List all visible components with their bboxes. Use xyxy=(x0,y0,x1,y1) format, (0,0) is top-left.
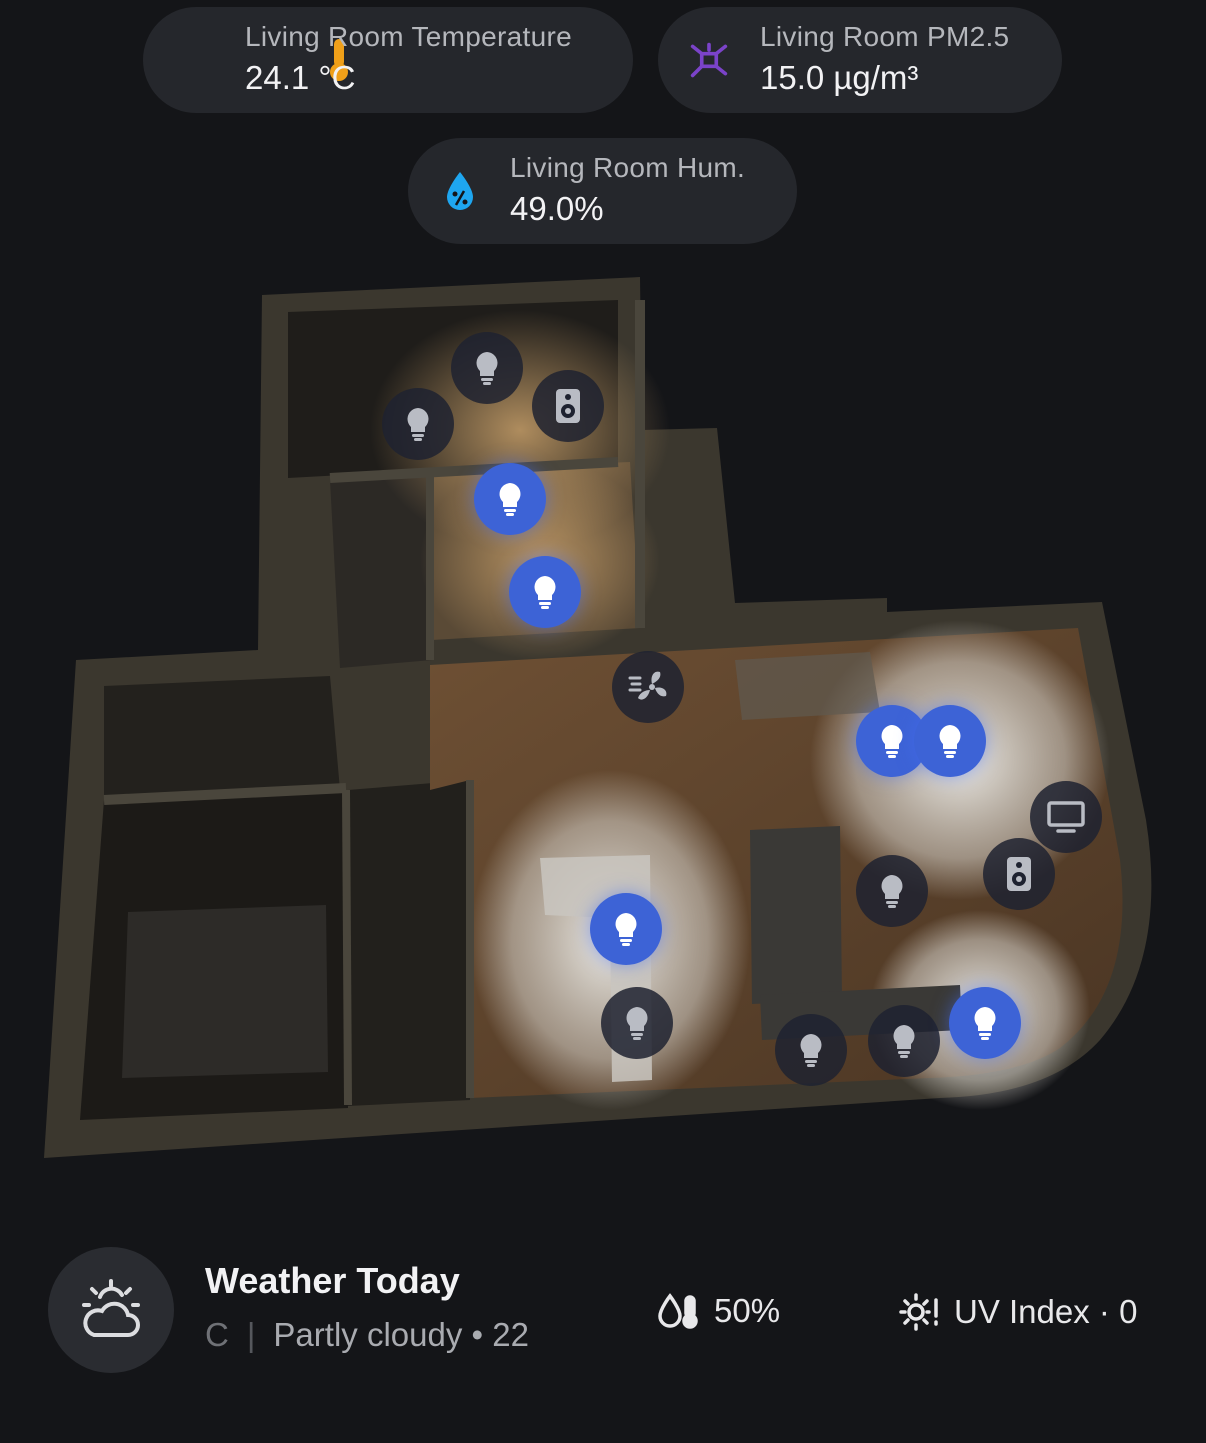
pm25-value: 15.0 µg/m³ xyxy=(760,59,919,96)
fan-icon xyxy=(628,668,668,706)
partly-cloudy-icon xyxy=(82,1279,140,1337)
light-device-button[interactable] xyxy=(856,855,928,927)
speaker-icon xyxy=(1005,855,1033,893)
light-device-button[interactable] xyxy=(868,1005,940,1077)
molecule-icon xyxy=(689,36,729,84)
lightbulb-icon xyxy=(403,406,433,442)
temperature-label: Living Room Temperature xyxy=(245,21,572,52)
tv-device-button[interactable] xyxy=(1030,781,1102,853)
speaker-icon xyxy=(554,387,582,425)
lightbulb-icon xyxy=(796,1032,826,1068)
weather-subtitle-separator: | xyxy=(246,1316,256,1353)
humidity-icon xyxy=(658,1293,698,1329)
temperature-value: 24.1 °C xyxy=(245,59,356,96)
floorplan-image xyxy=(44,277,1152,1158)
weather-uv: UV Index · 0 xyxy=(898,1292,1137,1332)
light-device-button[interactable] xyxy=(509,556,581,628)
lightbulb-icon xyxy=(622,1005,652,1041)
weather-title: Weather Today xyxy=(205,1260,460,1301)
weather-avatar xyxy=(48,1247,174,1373)
lightbulb-icon xyxy=(472,350,502,386)
light-device-button[interactable] xyxy=(451,332,523,404)
uv-sun-alert-icon xyxy=(899,1293,938,1331)
weather-card[interactable]: Weather Today C | Partly cloudy • 22 50% U… xyxy=(0,1230,1206,1400)
weather-subtitle-prefix: C xyxy=(205,1316,229,1353)
light-device-button[interactable] xyxy=(775,1014,847,1086)
lightbulb-icon xyxy=(611,911,641,947)
speaker-device-button[interactable] xyxy=(532,370,604,442)
fan-device-button[interactable] xyxy=(612,651,684,723)
humidity-value: 49.0% xyxy=(510,190,604,227)
weather-subtitle: C | Partly cloudy • 22 xyxy=(205,1316,555,1354)
lightbulb-icon xyxy=(530,574,560,610)
speaker-device-button[interactable] xyxy=(983,838,1055,910)
temperature-sensor-chip[interactable]: Living Room Temperature 24.1 °C xyxy=(143,7,633,113)
humidity-label: Living Room Hum. xyxy=(510,152,746,183)
tv-icon xyxy=(1046,800,1086,834)
lightbulb-icon xyxy=(889,1023,919,1059)
weather-humidity-value: 50% xyxy=(714,1292,781,1329)
light-device-button[interactable] xyxy=(474,463,546,535)
lightbulb-icon xyxy=(970,1005,1000,1041)
light-device-button[interactable] xyxy=(949,987,1021,1059)
weather-humidity: 50% xyxy=(656,1292,780,1330)
weather-condition: Partly cloudy • 22 xyxy=(273,1316,529,1353)
light-device-button[interactable] xyxy=(914,705,986,777)
pm25-label: Living Room PM2.5 xyxy=(760,21,1010,52)
pm25-sensor-chip[interactable]: Living Room PM2.5 15.0 µg/m³ xyxy=(658,7,1062,113)
lightbulb-icon xyxy=(877,873,907,909)
lightbulb-icon xyxy=(877,723,907,759)
humidity-sensor-chip[interactable]: Living Room Hum. 49.0% xyxy=(408,138,797,244)
light-device-button[interactable] xyxy=(382,388,454,460)
lightbulb-icon xyxy=(935,723,965,759)
weather-uv-value: UV Index · 0 xyxy=(954,1293,1138,1330)
light-device-button[interactable] xyxy=(590,893,662,965)
water-percent-icon xyxy=(440,167,480,215)
light-device-button[interactable] xyxy=(601,987,673,1059)
lightbulb-icon xyxy=(495,481,525,517)
